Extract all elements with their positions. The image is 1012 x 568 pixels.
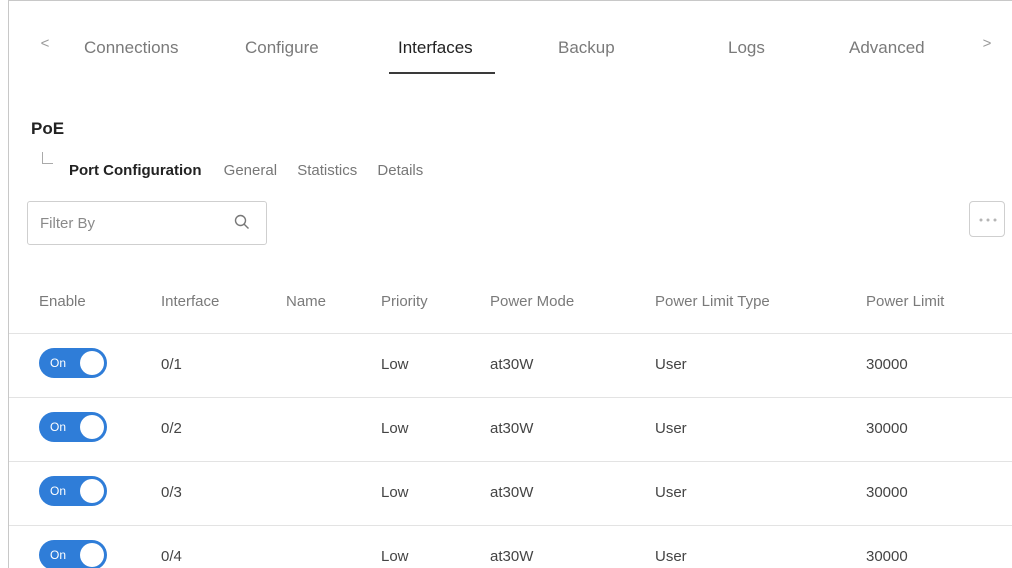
cell-power-limit-type: User	[655, 420, 687, 437]
table-row[interactable]: On 0/4 Low at30W User 30000	[9, 526, 1012, 568]
tab-interfaces[interactable]: Interfaces	[398, 38, 473, 58]
toggle-knob	[80, 479, 104, 503]
filter-box	[27, 201, 267, 245]
subtab-general[interactable]: General	[224, 162, 277, 179]
more-options-button[interactable]	[969, 201, 1005, 237]
cell-priority: Low	[381, 484, 409, 501]
table-row[interactable]: On 0/1 Low at30W User 30000	[9, 334, 1012, 398]
enable-toggle[interactable]: On	[39, 540, 107, 568]
filter-input[interactable]	[40, 212, 220, 234]
active-tab-indicator	[389, 72, 495, 74]
cell-power-limit-type: User	[655, 356, 687, 373]
subtab-port-configuration[interactable]: Port Configuration	[69, 162, 201, 179]
cell-power-mode: at30W	[490, 548, 534, 565]
sub-navigation: Port Configuration General Statistics De…	[69, 162, 439, 179]
more-options-icon	[979, 218, 997, 222]
cell-power-limit: 30000	[866, 548, 908, 565]
toggle-label: On	[50, 484, 67, 498]
cell-interface: 0/2	[161, 420, 182, 437]
section-title: PoE	[31, 119, 65, 138]
cell-power-limit-type: User	[655, 484, 687, 501]
cell-interface: 0/1	[161, 356, 182, 373]
tab-configure[interactable]: Configure	[245, 38, 319, 58]
cell-power-mode: at30W	[490, 484, 534, 501]
table-row[interactable]: On 0/3 Low at30W User 30000	[9, 462, 1012, 526]
table-row[interactable]: On 0/2 Low at30W User 30000	[9, 398, 1012, 462]
enable-toggle[interactable]: On	[39, 476, 107, 506]
column-header-power-mode[interactable]: Power Mode	[490, 293, 574, 310]
toggle-label: On	[50, 548, 67, 562]
cell-interface: 0/3	[161, 484, 182, 501]
column-header-priority[interactable]: Priority	[381, 293, 428, 310]
column-header-interface[interactable]: Interface	[161, 293, 219, 310]
toggle-knob	[80, 351, 104, 375]
toggle-knob	[80, 415, 104, 439]
cell-power-mode: at30W	[490, 420, 534, 437]
tab-connections[interactable]: Connections	[84, 38, 179, 58]
column-header-power-limit-type[interactable]: Power Limit Type	[655, 293, 770, 310]
tab-logs[interactable]: Logs	[728, 38, 765, 58]
cell-priority: Low	[381, 420, 409, 437]
tab-scroll-right-icon[interactable]: >	[979, 35, 995, 52]
column-header-enable[interactable]: Enable	[39, 293, 86, 310]
toggle-label: On	[50, 356, 67, 370]
tab-backup[interactable]: Backup	[558, 38, 615, 58]
column-header-name[interactable]: Name	[286, 293, 326, 310]
search-icon[interactable]	[234, 214, 250, 230]
cell-power-limit: 30000	[866, 484, 908, 501]
tab-bar: < Connections Configure Interfaces Backu…	[9, 1, 1012, 81]
poe-port-table: Enable Interface Name Priority Power Mod…	[9, 269, 1012, 568]
toggle-label: On	[50, 420, 67, 434]
cell-priority: Low	[381, 356, 409, 373]
tab-advanced[interactable]: Advanced	[849, 38, 925, 58]
tree-connector-icon	[42, 152, 53, 164]
toggle-knob	[80, 543, 104, 567]
cell-interface: 0/4	[161, 548, 182, 565]
enable-toggle[interactable]: On	[39, 412, 107, 442]
cell-priority: Low	[381, 548, 409, 565]
column-header-power-limit[interactable]: Power Limit	[866, 293, 944, 310]
cell-power-limit: 30000	[866, 356, 908, 373]
tab-scroll-left-icon[interactable]: <	[37, 35, 53, 52]
subtab-details[interactable]: Details	[377, 162, 423, 179]
cell-power-mode: at30W	[490, 356, 534, 373]
enable-toggle[interactable]: On	[39, 348, 107, 378]
cell-power-limit-type: User	[655, 548, 687, 565]
cell-power-limit: 30000	[866, 420, 908, 437]
table-header: Enable Interface Name Priority Power Mod…	[9, 269, 1012, 334]
subtab-statistics[interactable]: Statistics	[297, 162, 357, 179]
app-frame: < Connections Configure Interfaces Backu…	[8, 0, 1012, 568]
